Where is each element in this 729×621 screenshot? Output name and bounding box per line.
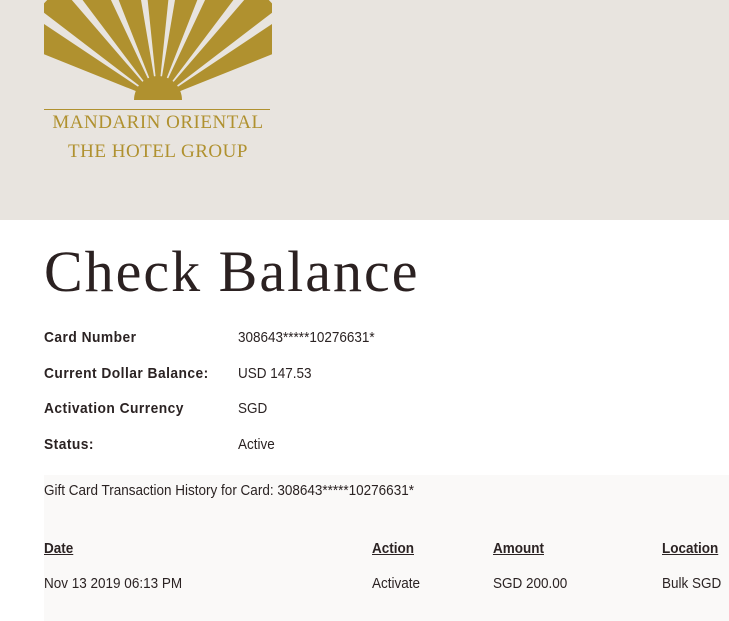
balance-label: Current Dollar Balance:: [44, 365, 209, 382]
page-title: Check Balance: [44, 239, 420, 304]
card-number-value: 308643*****10276631*: [238, 329, 375, 346]
status-label: Status:: [44, 436, 94, 453]
history-title: Gift Card Transaction History for Card: …: [44, 482, 414, 499]
column-header-date[interactable]: Date: [44, 540, 73, 557]
brand-name: MANDARIN ORIENTAL: [52, 112, 264, 133]
transaction-history: Gift Card Transaction History for Card: …: [44, 475, 729, 621]
card-number-label: Card Number: [44, 329, 137, 346]
fan-logo-icon: [44, 0, 272, 100]
row-amount-cell: SGD 200.00: [493, 575, 568, 592]
row-action-cell: Activate: [372, 575, 421, 592]
status-value: Active: [238, 436, 275, 453]
page-header: MANDARIN ORIENTAL THE HOTEL GROUP: [0, 0, 729, 220]
currency-value: SGD: [238, 400, 268, 417]
column-header-action[interactable]: Action: [372, 540, 414, 557]
balance-value: USD 147.53: [238, 365, 312, 382]
row-location-cell: Bulk SGD: [662, 575, 722, 592]
brand-logo[interactable]: MANDARIN ORIENTAL THE HOTEL GROUP: [44, 0, 272, 165]
column-header-location[interactable]: Location: [662, 540, 718, 557]
brand-tagline: THE HOTEL GROUP: [68, 141, 248, 162]
column-header-amount[interactable]: Amount: [493, 540, 544, 557]
currency-label: Activation Currency: [44, 400, 184, 417]
logo-divider: [44, 109, 270, 110]
row-date-cell: Nov 13 2019 06:13 PM: [44, 575, 183, 592]
